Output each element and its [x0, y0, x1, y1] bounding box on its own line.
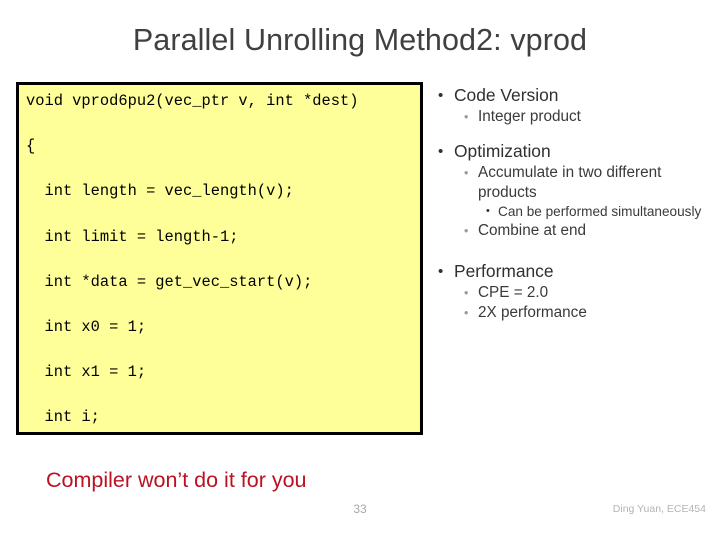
bullet-item-level-2: 2X performance	[432, 303, 716, 323]
code-line: {	[26, 137, 36, 156]
bullet-label: Accumulate in two different products	[478, 164, 662, 201]
tagline-text: Compiler won’t do it for you	[46, 468, 307, 492]
slide-canvas: Parallel Unrolling Method2: vprod void v…	[0, 0, 720, 540]
page-number: 33	[353, 502, 367, 516]
attribution-footer: Ding Yuan, ECE454	[612, 503, 706, 515]
bullet-item-level-1: Optimization	[432, 140, 716, 163]
bullet-item-level-1: Code Version	[432, 84, 716, 107]
code-line: int limit = length-1;	[26, 227, 239, 246]
code-line: int x1 = 1;	[26, 363, 147, 382]
bullet-label: Integer product	[478, 108, 581, 125]
bullet-item-level-2: CPE = 2.0	[432, 283, 716, 303]
code-listing: void vprod6pu2(vec_ptr v, int *dest) { i…	[19, 85, 420, 432]
bullet-label: Combine at end	[478, 221, 586, 239]
code-line: int x0 = 1;	[26, 317, 147, 336]
bullet-label: Code Version	[454, 85, 559, 105]
bullet-item-level-1: Performance	[432, 260, 716, 283]
bullet-label: CPE = 2.0	[478, 283, 549, 301]
bullet-label: Can be performed simultaneously	[498, 204, 702, 219]
bullet-item-level-2: Combine at end	[432, 221, 716, 241]
page-title: Parallel Unrolling Method2: vprod	[132, 23, 588, 57]
code-line: int *data = get_vec_start(v);	[26, 272, 313, 291]
bullet-label: Optimization	[454, 141, 551, 161]
bullet-list: Code Version Integer product Optimization A…	[432, 84, 716, 323]
code-block-panel: void vprod6pu2(vec_ptr v, int *dest) { i…	[16, 82, 423, 435]
code-line: int length = vec_length(v);	[26, 182, 294, 201]
bullet-label: Performance	[454, 260, 554, 281]
bullet-item-level-2: Integer product	[432, 107, 716, 127]
bullet-item-level-3: Can be performed simultaneously	[432, 203, 716, 221]
bullet-item-level-2: Accumulate in two different products	[432, 163, 716, 203]
bullet-label: 2X performance	[478, 303, 587, 321]
code-line: void vprod6pu2(vec_ptr v, int *dest)	[26, 92, 359, 110]
code-line: int i;	[26, 408, 100, 427]
